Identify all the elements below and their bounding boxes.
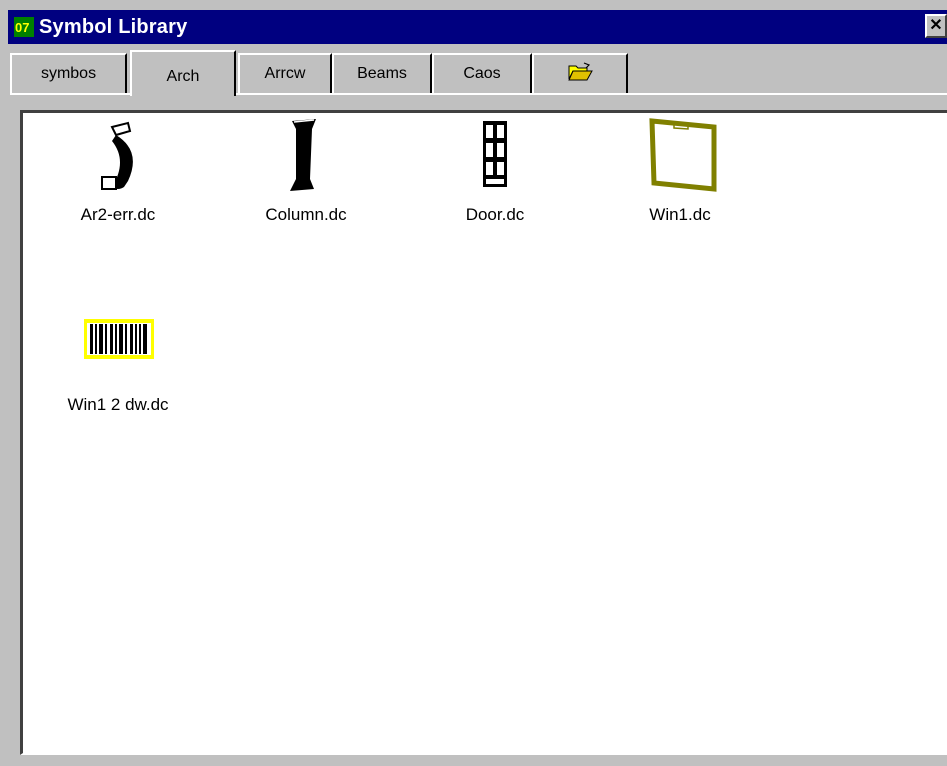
door-symbol-icon	[479, 119, 511, 196]
arch-symbol-icon	[98, 121, 146, 198]
tab-open-folder[interactable]	[532, 53, 628, 93]
symbol-label: Column.dc	[265, 205, 347, 224]
tab-label: Arch	[166, 68, 200, 85]
tab-symbos[interactable]: symbos	[10, 53, 127, 93]
tab-arch[interactable]: Arch	[130, 50, 236, 96]
column-symbol-icon	[286, 119, 322, 196]
tab-label: Beams	[357, 65, 407, 82]
tab-beams[interactable]: Beams	[332, 53, 432, 93]
window-barcode-symbol-icon	[82, 317, 156, 366]
symbol-list-panel[interactable]: Ar2-err.dc Column.dc Door.dc Win1.dc Win…	[20, 110, 947, 755]
symbol-label: Door.dc	[465, 205, 525, 224]
open-folder-icon	[567, 61, 593, 87]
window-left-edge	[0, 0, 8, 766]
app-icon: 07	[14, 17, 34, 37]
tab-label: symbos	[40, 65, 97, 82]
close-button[interactable]: ✕	[925, 14, 947, 38]
tab-caos[interactable]: Caos	[432, 53, 532, 93]
svg-text:07: 07	[15, 20, 29, 35]
tab-label: Arrcw	[264, 65, 306, 82]
window-symbol-icon	[648, 117, 718, 198]
symbol-label: Win1.dc	[649, 205, 711, 224]
title-bar[interactable]: 07 Symbol Library ✕	[8, 10, 947, 44]
tab-label: Caos	[463, 65, 501, 82]
symbol-label: Win1 2 dw.dc	[67, 395, 169, 414]
tab-arrow[interactable]: Arrcw	[238, 53, 332, 93]
window-title: Symbol Library	[39, 15, 188, 38]
symbol-label: Ar2-err.dc	[80, 205, 156, 224]
